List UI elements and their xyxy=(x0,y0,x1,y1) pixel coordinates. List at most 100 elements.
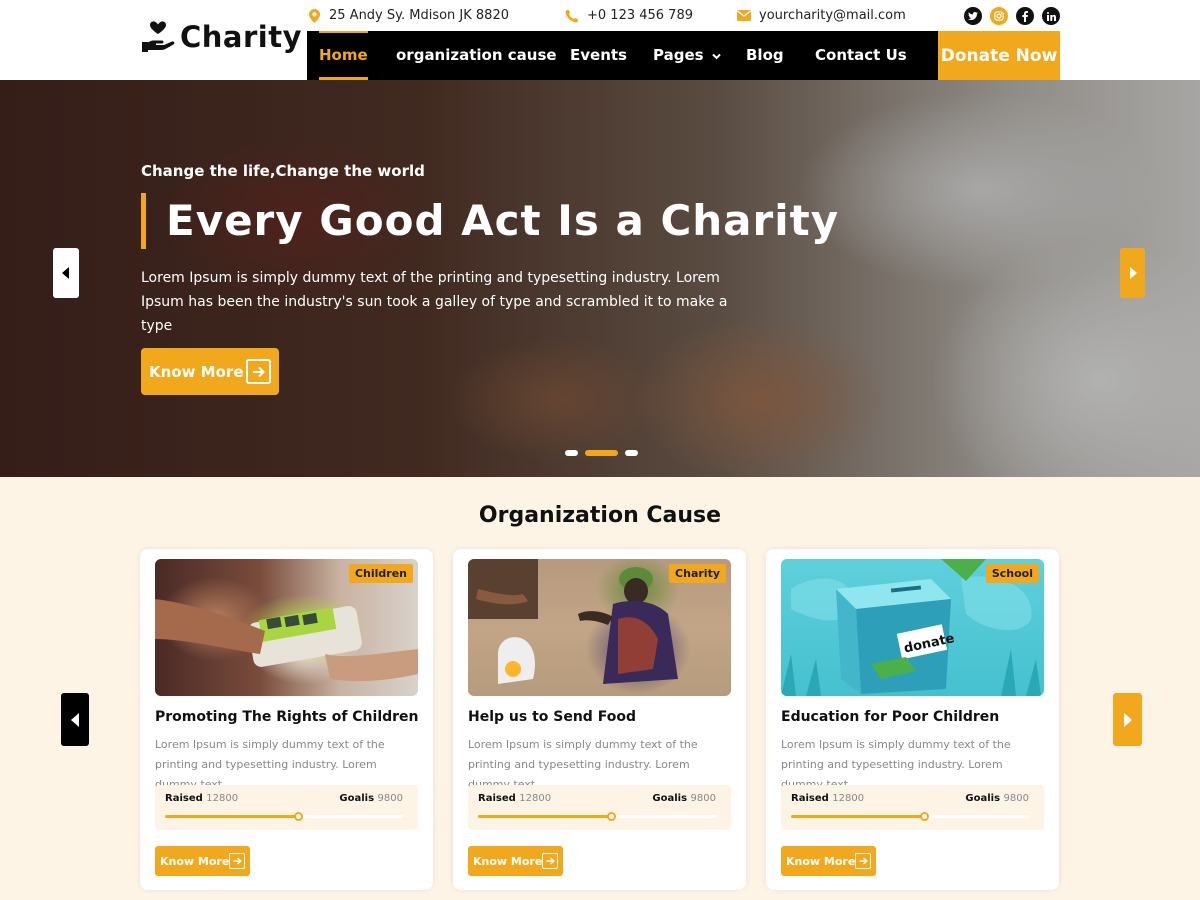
hero-know-more-button[interactable]: Know More xyxy=(141,348,279,395)
caret-left-icon xyxy=(62,267,69,279)
organization-cause-section: Organization Cause Children Promoting Th… xyxy=(0,477,1200,900)
section-title: Organization Cause xyxy=(478,503,722,528)
nav-organization-cause[interactable]: organization cause xyxy=(396,31,557,80)
chevron-down-icon xyxy=(712,53,721,60)
nav-home[interactable]: Home xyxy=(319,31,368,80)
linkedin-icon[interactable] xyxy=(1042,7,1060,25)
category-tag: Charity xyxy=(669,564,726,583)
brand-name: Charity xyxy=(180,20,303,54)
progress-knob xyxy=(920,812,930,821)
goal-value: 9800 xyxy=(377,793,403,804)
hero-title: Every Good Act Is a Charity xyxy=(166,196,840,245)
phone-icon xyxy=(565,9,579,23)
cause-image-children[interactable]: Children xyxy=(155,559,418,696)
address-info: 25 Andy Sy. Mdison JK 8820 xyxy=(307,8,509,23)
topbar: 25 Andy Sy. Mdison JK 8820 +0 123 456 78… xyxy=(307,0,1060,31)
slider-dot-active[interactable] xyxy=(585,450,618,456)
site-header: Charity 25 Andy Sy. Mdison JK 8820 +0 12… xyxy=(0,0,1200,80)
category-tag: School xyxy=(985,564,1039,583)
nav-blog[interactable]: Blog xyxy=(746,31,784,80)
phone-info[interactable]: +0 123 456 789 xyxy=(565,8,693,23)
progress-knob xyxy=(607,812,617,821)
fundraising-progress: Raised 12800 Goalis 9800 xyxy=(781,785,1044,830)
know-more-button[interactable]: Know More xyxy=(781,846,876,876)
causes-next-button[interactable] xyxy=(1113,693,1142,746)
donate-now-button[interactable]: Donate Now xyxy=(938,31,1060,80)
cause-card: Children Promoting The Rights of Childre… xyxy=(140,549,433,890)
nav-events[interactable]: Events xyxy=(570,31,627,80)
goal-label: Goalis xyxy=(965,793,1001,804)
cause-title[interactable]: Education for Poor Children xyxy=(781,709,999,725)
instagram-icon[interactable] xyxy=(990,7,1008,25)
phone-text: +0 123 456 789 xyxy=(587,8,693,23)
know-more-button[interactable]: Know More xyxy=(468,846,563,876)
category-tag: Children xyxy=(348,564,413,583)
goal-amount: Goalis 9800 xyxy=(965,793,1029,804)
raised-amount: Raised 12800 xyxy=(791,793,864,804)
progress-fill xyxy=(791,815,925,818)
email-info[interactable]: yourcharity@mail.com xyxy=(737,8,906,23)
hero-prev-button[interactable] xyxy=(53,248,79,298)
know-more-label: Know More xyxy=(786,854,856,868)
facebook-icon[interactable] xyxy=(1016,7,1034,25)
fundraising-progress: Raised 12800 Goalis 9800 xyxy=(468,785,731,830)
nav-pages[interactable]: Pages xyxy=(653,31,721,80)
cause-image-school[interactable]: donate School xyxy=(781,559,1044,696)
email-text: yourcharity@mail.com xyxy=(759,8,906,23)
slider-dots xyxy=(565,450,645,456)
goal-amount: Goalis 9800 xyxy=(339,793,403,804)
slider-dot[interactable] xyxy=(625,450,638,456)
arrow-right-icon xyxy=(542,853,558,869)
hero-subtitle: Change the life,Change the world xyxy=(141,162,425,180)
progress-fill xyxy=(478,815,612,818)
arrow-right-icon xyxy=(855,853,871,869)
raised-label: Raised xyxy=(478,793,516,804)
goal-value: 9800 xyxy=(1003,793,1029,804)
envelope-icon xyxy=(737,9,751,23)
raised-label: Raised xyxy=(791,793,829,804)
goal-label: Goalis xyxy=(339,793,375,804)
raised-value: 12800 xyxy=(519,793,552,804)
progress-track xyxy=(165,812,403,821)
hero-slider: Change the life,Change the world Every G… xyxy=(0,80,1200,477)
hero-text: Lorem Ipsum is simply dummy text of the … xyxy=(141,270,728,334)
progress-fill xyxy=(165,815,299,818)
hero-next-button[interactable] xyxy=(1120,248,1145,298)
raised-value: 12800 xyxy=(832,793,865,804)
causes-prev-button[interactable] xyxy=(61,693,89,746)
raised-amount: Raised 12800 xyxy=(165,793,238,804)
nav-pages-label: Pages xyxy=(653,46,704,64)
slider-dot[interactable] xyxy=(565,450,578,456)
logo[interactable]: Charity xyxy=(140,20,302,54)
raised-label: Raised xyxy=(165,793,203,804)
hero-know-more-label: Know More xyxy=(149,362,244,381)
goal-value: 9800 xyxy=(690,793,716,804)
progress-track xyxy=(791,812,1029,821)
cause-image-food[interactable]: Charity xyxy=(468,559,731,696)
map-pin-icon xyxy=(307,8,321,23)
arrow-right-icon xyxy=(229,853,245,869)
cause-card: Charity Help us to Send Food Lorem Ipsum… xyxy=(453,549,746,890)
raised-amount: Raised 12800 xyxy=(478,793,551,804)
twitter-icon[interactable] xyxy=(964,7,982,25)
caret-right-icon xyxy=(1123,712,1132,727)
nav-contact-us[interactable]: Contact Us xyxy=(815,31,907,80)
fundraising-progress: Raised 12800 Goalis 9800 xyxy=(155,785,418,830)
cause-title[interactable]: Help us to Send Food xyxy=(468,709,636,725)
social-links xyxy=(964,7,1068,25)
caret-left-icon xyxy=(71,712,79,727)
caret-right-icon xyxy=(1129,267,1137,279)
progress-track xyxy=(478,812,716,821)
know-more-label: Know More xyxy=(160,854,230,868)
raised-value: 12800 xyxy=(206,793,239,804)
progress-knob xyxy=(294,812,304,821)
address-text: 25 Andy Sy. Mdison JK 8820 xyxy=(329,8,509,23)
cause-title[interactable]: Promoting The Rights of Children xyxy=(155,709,419,725)
know-more-label: Know More xyxy=(473,854,543,868)
heart-hand-icon xyxy=(142,21,175,52)
hero-title-accent xyxy=(141,193,146,249)
know-more-button[interactable]: Know More xyxy=(155,846,250,876)
goal-label: Goalis xyxy=(652,793,688,804)
arrow-right-icon xyxy=(246,359,271,384)
goal-amount: Goalis 9800 xyxy=(652,793,716,804)
